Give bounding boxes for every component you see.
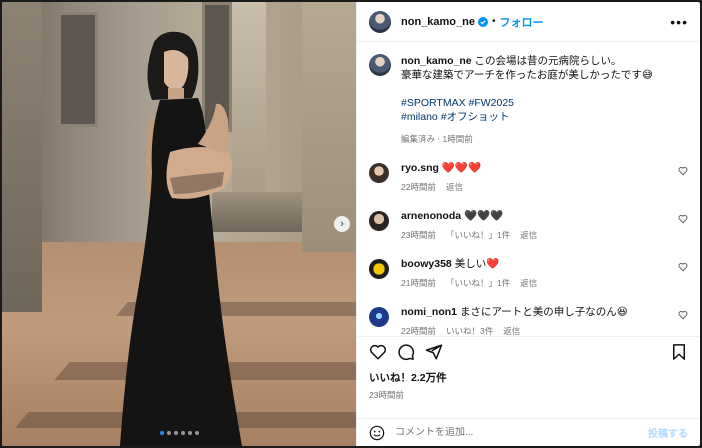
comment-time: 23時間前	[401, 230, 436, 240]
comment-like-count[interactable]: 「いいね！」1件	[446, 278, 510, 288]
caption-username[interactable]: non_kamo_ne	[401, 55, 472, 67]
carousel-dot	[167, 431, 171, 435]
post-photo[interactable]: ›	[2, 2, 356, 446]
post-time: 23時間前	[369, 390, 404, 400]
comment-username[interactable]: ryo.sng	[401, 162, 439, 174]
comment-like-heart-icon[interactable]	[678, 166, 688, 176]
reply-button[interactable]: 返信	[503, 326, 520, 336]
carousel-dot	[195, 431, 199, 435]
reply-button[interactable]: 返信	[520, 230, 537, 240]
next-photo-button[interactable]: ›	[334, 216, 350, 232]
post-comment-button[interactable]: 投稿する	[648, 425, 688, 440]
comment-text: 🖤🖤🖤	[464, 210, 504, 222]
comments-list[interactable]: non_kamo_ne この会場は昔の元病院らしい。 豪華な建築でアーチを作った…	[357, 42, 700, 336]
share-send-icon[interactable]	[425, 343, 443, 361]
caption-meta: 編集済み · 1時間前	[401, 134, 473, 144]
woman-figure	[120, 31, 242, 446]
comment-like-count[interactable]: 「いいね！」1件	[446, 230, 510, 240]
hashtags-line-1[interactable]: #SPORTMAX #FW2025	[401, 96, 688, 110]
comment-row: nomi_non1 まさにアートと美の申し子なのん😆 22時間前 いいね！3件 返信	[369, 306, 688, 336]
comment-text: ❤️❤️❤️	[441, 162, 482, 174]
carousel-dots	[160, 431, 199, 435]
carousel-dot	[160, 431, 164, 435]
separator-dot: •	[491, 16, 496, 27]
commenter-avatar[interactable]	[369, 259, 389, 279]
add-comment-bar: 投稿する	[357, 418, 700, 446]
follow-button[interactable]: フォロー	[499, 14, 543, 30]
emoji-smiley-icon[interactable]	[369, 425, 385, 441]
caption-line-2: 豪華な建築でアーチを作ったお庭が美しかったです	[401, 69, 642, 81]
carousel-dot	[174, 431, 178, 435]
like-heart-icon[interactable]	[369, 343, 387, 361]
author-avatar[interactable]	[369, 54, 391, 76]
carousel-dot	[188, 431, 192, 435]
comment-row: ryo.sng ❤️❤️❤️ 22時間前 返信	[369, 162, 688, 194]
comment-meta: 22時間前 返信	[401, 181, 671, 194]
reply-button[interactable]: 返信	[520, 278, 537, 288]
comment-time: 22時間前	[401, 182, 436, 192]
comment-username[interactable]: arnenonoda	[401, 210, 461, 222]
author-avatar[interactable]	[369, 10, 391, 33]
likes-count[interactable]: いいね！2.2万件	[357, 366, 700, 385]
caption-line-1: この会場は昔の元病院らしい。	[474, 55, 622, 67]
comment-time: 22時間前	[401, 326, 436, 336]
author-username[interactable]: non_kamo_ne	[401, 16, 475, 28]
post-details-panel: non_kamo_ne • フォロー ••• non_kamo_ne この会場は…	[356, 2, 700, 446]
hashtags-line-2[interactable]: #milano #オフショット	[401, 110, 688, 124]
commenter-avatar[interactable]	[369, 307, 389, 327]
comment-username[interactable]: nomi_non1	[401, 306, 457, 318]
comment-username[interactable]: boowy358	[401, 258, 452, 270]
comment-text: 美しい❤️	[454, 258, 500, 270]
comment-meta: 23時間前 「いいね！」1件 返信	[401, 229, 671, 242]
sweat-smile-emoji-icon: 😅	[641, 69, 653, 81]
comment-time: 21時間前	[401, 278, 436, 288]
comment-like-count[interactable]: いいね！3件	[446, 326, 493, 336]
reply-button[interactable]: 返信	[446, 182, 463, 192]
bookmark-icon[interactable]	[670, 343, 688, 361]
comment-like-heart-icon[interactable]	[678, 262, 688, 272]
carousel-dot	[181, 431, 185, 435]
post-modal: › non_kamo_ne • フォロー ••• non_kamo_ne この会…	[2, 2, 700, 446]
comment-items: ryo.sng ❤️❤️❤️ 22時間前 返信 arnenonoda 🖤🖤🖤 23…	[369, 162, 688, 336]
comment-row: arnenonoda 🖤🖤🖤 23時間前 「いいね！」1件 返信	[369, 210, 688, 242]
comment-like-heart-icon[interactable]	[678, 214, 688, 224]
comment-meta: 22時間前 いいね！3件 返信	[401, 325, 671, 336]
post-header: non_kamo_ne • フォロー •••	[357, 2, 700, 42]
post-caption: non_kamo_ne この会場は昔の元病院らしい。 豪華な建築でアーチを作った…	[369, 54, 688, 146]
commenter-avatar[interactable]	[369, 163, 389, 183]
commenter-avatar[interactable]	[369, 211, 389, 231]
verified-badge-icon	[477, 16, 488, 27]
more-options-icon[interactable]: •••	[670, 14, 688, 30]
comment-text: まさにアートと美の申し子なのん😆	[459, 306, 628, 318]
comment-meta: 21時間前 「いいね！」1件 返信	[401, 277, 671, 290]
action-bar	[357, 336, 700, 366]
comment-like-heart-icon[interactable]	[678, 310, 688, 320]
comment-input[interactable]	[395, 427, 648, 438]
comment-row: boowy358 美しい❤️ 21時間前 「いいね！」1件 返信	[369, 258, 688, 290]
comment-bubble-icon[interactable]	[397, 343, 415, 361]
